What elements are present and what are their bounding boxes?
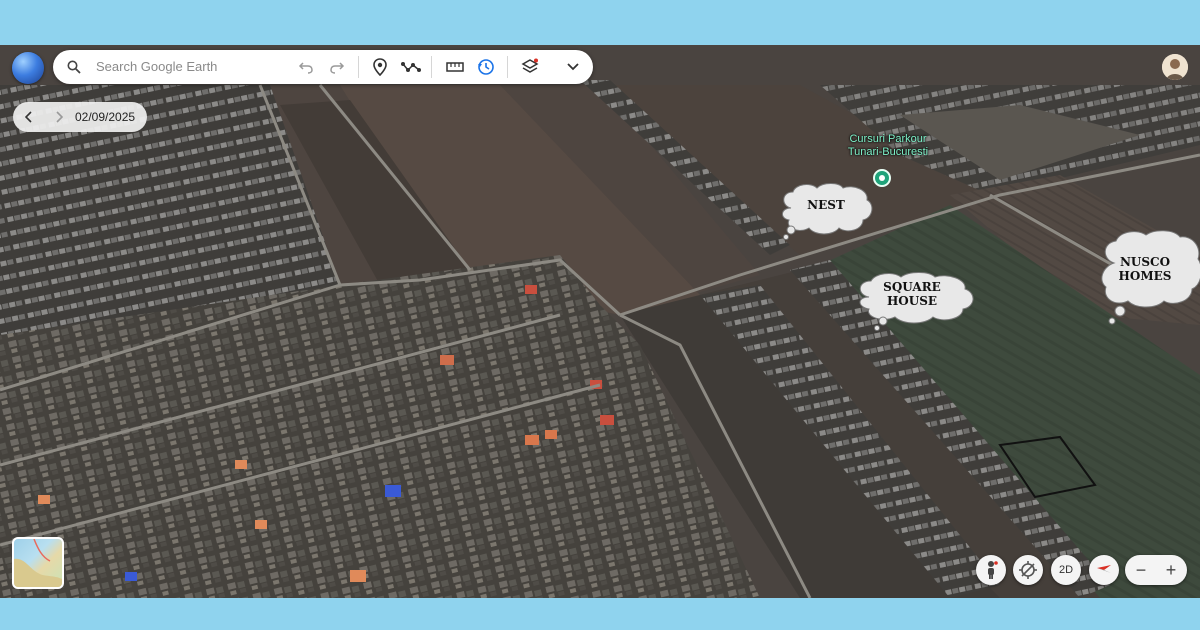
toolbar-divider	[431, 56, 432, 78]
layers-icon	[521, 58, 539, 73]
layers-button[interactable]	[520, 57, 540, 77]
globe-menu-icon[interactable]	[12, 52, 44, 84]
chevron-down-icon	[567, 63, 579, 71]
undo-button[interactable]	[296, 57, 316, 77]
toolbar: Search Google Earth	[53, 50, 593, 84]
compass-button[interactable]	[1089, 555, 1119, 585]
pegman-icon	[988, 561, 998, 579]
zoom-out-button[interactable]: −	[1127, 560, 1155, 580]
street-view-button[interactable]	[976, 555, 1006, 585]
callout-square-house-label: SQUARE HOUSE	[883, 280, 941, 308]
chevron-left-icon[interactable]	[25, 111, 33, 123]
minimap[interactable]	[12, 537, 64, 589]
callout-nusco-homes-label: NUSCO HOMES	[1118, 255, 1172, 283]
location-crosshair-icon	[1019, 561, 1037, 579]
my-location-button[interactable]	[1013, 555, 1043, 585]
chevron-right-icon[interactable]	[55, 111, 63, 123]
search-input[interactable]: Search Google Earth	[96, 59, 217, 74]
ruler-icon	[446, 62, 464, 72]
toolbar-divider	[507, 56, 508, 78]
toolbar-divider	[358, 56, 359, 78]
map-thumbnail-icon	[14, 539, 62, 587]
place-pin-icon[interactable]	[873, 169, 891, 187]
placemark-icon	[373, 58, 387, 76]
search-icon	[67, 60, 81, 74]
callout-nest: NEST	[777, 182, 875, 240]
view-mode-label: 2D	[1058, 564, 1074, 576]
frame-bottom-border	[0, 598, 1200, 630]
avatar[interactable]	[1162, 54, 1188, 80]
callout-nest-label: NEST	[807, 198, 845, 212]
callout-square-house: SQUARE HOUSE	[853, 271, 977, 331]
expand-toolbar-button[interactable]	[563, 57, 583, 77]
draw-path-button[interactable]	[401, 57, 421, 77]
zoom-control: − +	[1125, 555, 1187, 585]
callout-nusco-homes: NUSCO HOMES	[1100, 229, 1200, 327]
place-label[interactable]: Cursuri Parkour Tunari-Bucuresti	[838, 133, 938, 159]
redo-icon	[330, 62, 345, 74]
undo-icon	[298, 62, 313, 74]
redo-button[interactable]	[327, 57, 347, 77]
historical-imagery-button[interactable]	[476, 57, 496, 77]
satellite-imagery	[0, 45, 1200, 598]
frame-top-border	[0, 0, 1200, 45]
timeline-control: 02/09/2025	[13, 102, 147, 132]
path-icon	[401, 62, 421, 72]
search-field[interactable]: Search Google Earth	[53, 50, 285, 84]
user-avatar-icon	[1162, 54, 1188, 80]
compass-icon	[1097, 565, 1111, 573]
history-icon	[478, 59, 494, 75]
measure-button[interactable]	[445, 57, 465, 77]
view-mode-button[interactable]: 2D	[1051, 555, 1081, 585]
satellite-map-view[interactable]: Cursuri Parkour Tunari-Bucuresti NEST SQ…	[0, 45, 1200, 598]
zoom-in-button[interactable]: +	[1157, 560, 1185, 580]
imagery-date: 02/09/2025	[75, 110, 136, 124]
add-placemark-button[interactable]	[370, 57, 390, 77]
